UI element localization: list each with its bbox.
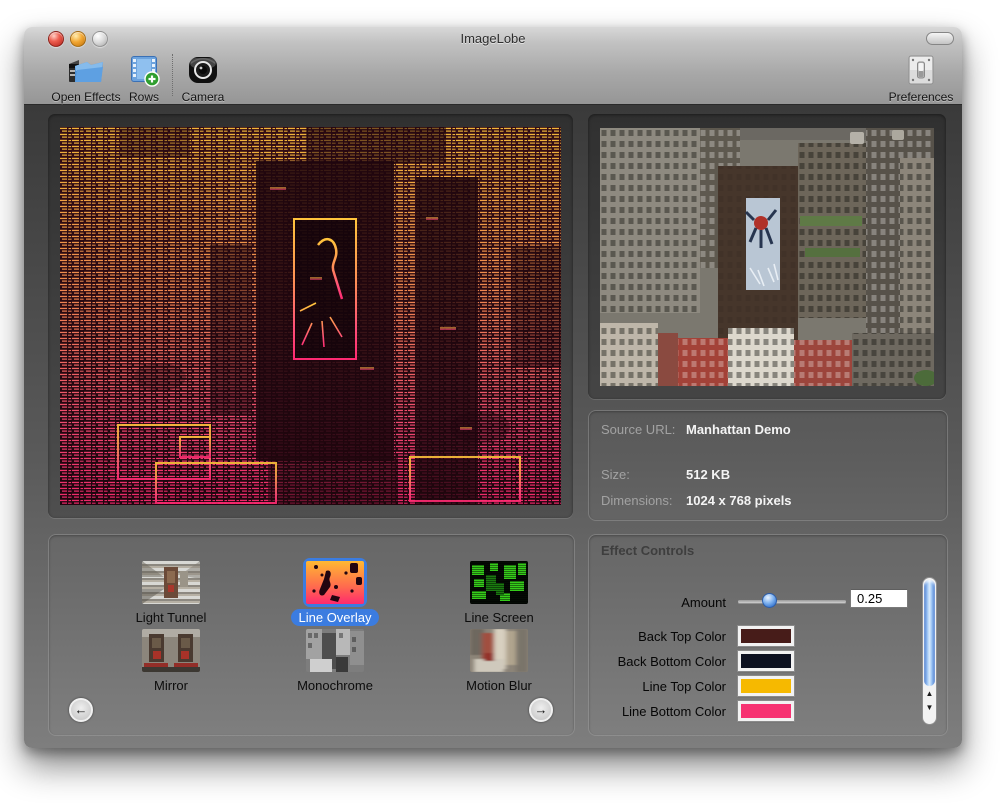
effect-preview-panel [48,114,573,518]
motion-blur-thumbnail [470,629,528,672]
source-image-panel [588,114,946,399]
open-effects-label: Open Effects [50,90,122,104]
rows-icon [122,52,166,88]
info-row-source-url: Source URL: Manhattan Demo [601,422,937,438]
right-arrow-icon: → [535,702,548,717]
effect-label-line-screen: Line Screen [456,609,541,626]
window-title: ImageLobe [24,31,962,46]
effect-item-monochrome[interactable]: Monochrome [275,626,395,695]
effect-controls-panel: Effect Controls Amount Back Top Color Ba… [588,534,948,736]
line-top-color-swatch[interactable] [738,676,794,696]
rows-button[interactable]: Rows [122,52,166,104]
effect-label-line-overlay: Line Overlay [291,609,380,626]
effect-preview-image [60,127,561,505]
source-url-value: Manhattan Demo [686,422,791,437]
effect-label-mirror: Mirror [146,677,196,694]
previous-effects-button[interactable]: ← [69,698,93,722]
monochrome-thumbnail [306,629,364,672]
amount-slider[interactable] [738,593,846,609]
source-url-label: Source URL: [601,422,675,437]
info-row-size: Size: 512 KB [601,467,937,483]
preferences-icon [884,52,958,88]
controls-scrollbar-thumb[interactable] [924,580,935,686]
source-image [600,128,934,386]
back-bottom-color-swatch[interactable] [738,651,794,671]
line-top-color-label: Line Top Color [576,679,726,694]
effect-item-line-overlay[interactable]: Line Overlay [275,558,395,627]
source-info-panel: Source URL: Manhattan Demo Size: 512 KB … [588,410,948,521]
size-label: Size: [601,467,630,482]
back-top-color-swatch[interactable] [738,626,794,646]
app-window: ImageLobe [24,27,962,748]
camera-label: Camera [176,90,230,104]
controls-scrollbar[interactable]: ▲ ▼ [922,577,937,725]
line-bottom-color-label: Line Bottom Color [576,704,726,719]
open-effects-icon [50,52,122,88]
amount-slider-track [738,600,846,603]
window-chrome: ImageLobe [24,27,962,105]
info-row-dimensions: Dimensions: 1024 x 768 pixels [601,493,937,509]
camera-button[interactable]: Camera [176,52,230,104]
effect-label-monochrome: Monochrome [289,677,381,694]
light-tunnel-thumbnail [142,561,200,604]
scroll-down-arrow-icon[interactable]: ▼ [923,704,936,712]
back-bottom-color-label: Back Bottom Color [576,654,726,669]
effects-browser-panel: Light Tunnel [48,534,575,736]
line-overlay-thumbnail [306,561,364,604]
open-effects-button[interactable]: Open Effects [50,52,122,104]
titlebar[interactable]: ImageLobe [24,27,962,50]
preferences-label: Preferences [884,90,958,104]
effect-item-line-screen[interactable]: Line Screen [439,558,559,627]
left-arrow-icon: ← [75,702,88,717]
line-bottom-color-swatch[interactable] [738,701,794,721]
amount-label: Amount [576,595,726,610]
line-screen-thumbnail [470,561,528,604]
effect-item-mirror[interactable]: Mirror [111,626,231,695]
toolbar-toggle-button[interactable] [926,32,954,45]
content-area: Source URL: Manhattan Demo Size: 512 KB … [24,105,962,748]
rows-label: Rows [122,90,166,104]
dimensions-value: 1024 x 768 pixels [686,493,792,508]
toolbar: Open Effects [24,50,962,104]
camera-icon [176,52,230,88]
effect-item-light-tunnel[interactable]: Light Tunnel [111,558,231,627]
scroll-up-arrow-icon[interactable]: ▲ [923,690,936,698]
size-value: 512 KB [686,467,730,482]
back-top-color-label: Back Top Color [576,629,726,644]
next-effects-button[interactable]: → [529,698,553,722]
dimensions-label: Dimensions: [601,493,673,508]
mirror-thumbnail [142,629,200,672]
desktop: ImageLobe [0,0,1002,803]
effect-controls-title: Effect Controls [601,543,694,558]
effect-item-motion-blur[interactable]: Motion Blur [439,626,559,695]
effect-label-motion-blur: Motion Blur [458,677,540,694]
toolbar-separator [172,54,173,96]
preferences-button[interactable]: Preferences [884,52,958,104]
amount-field[interactable] [850,589,908,608]
effect-label-light-tunnel: Light Tunnel [128,609,215,626]
amount-slider-knob[interactable] [762,593,777,608]
